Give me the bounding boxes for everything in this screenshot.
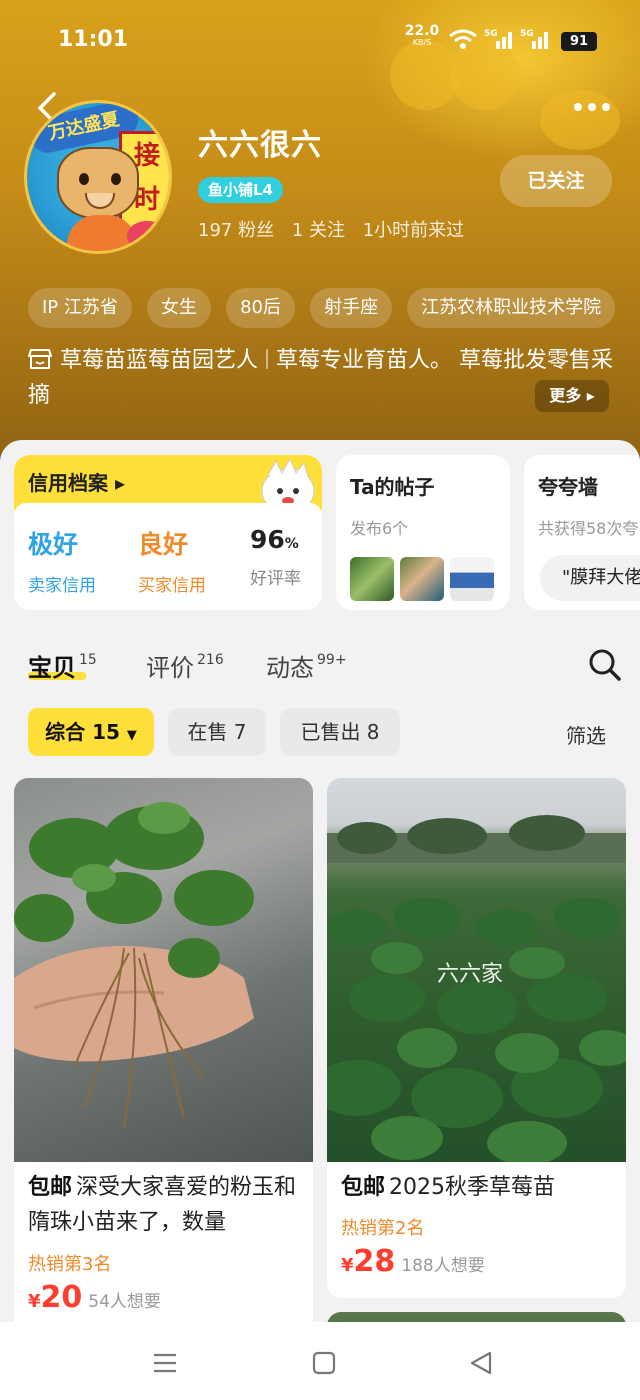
clock: 11:01 xyxy=(58,27,129,52)
praise-wall-card[interactable]: 夸夸墙 共获得58次夸 "膜拜大佬" xyxy=(524,455,640,610)
profile-bio: 草莓苗蓝莓苗园艺人 草莓专业育苗人。 草莓批发零售采摘 xyxy=(28,343,618,413)
filter-sold[interactable]: 已售出 8 xyxy=(280,708,400,756)
post-thumbnail[interactable] xyxy=(450,557,494,601)
tab-reviews[interactable]: 评价 216 xyxy=(146,648,224,683)
hot-rank-label: 热销第3名 xyxy=(28,1254,112,1275)
more-options-icon[interactable] xyxy=(570,92,614,122)
bio-occupation: 草莓苗蓝莓苗园艺人 xyxy=(60,348,259,373)
free-shipping-label: 包邮 xyxy=(28,1175,73,1200)
user-posts-card[interactable]: Ta的帖子 发布6个 xyxy=(336,455,510,610)
seller-credit: 极好 卖家信用 xyxy=(28,530,96,596)
caret-right-icon: ▸ xyxy=(586,386,595,405)
want-count: 54人想要 xyxy=(88,1292,161,1312)
caret-down-icon: ▼ xyxy=(126,728,137,743)
follow-button[interactable]: 已关注 xyxy=(500,155,612,207)
tag-age: 80后 xyxy=(226,288,295,328)
buyer-credit: 良好 买家信用 xyxy=(138,530,206,596)
last-seen: 1小时前来过 xyxy=(362,220,465,241)
status-bar: 11:01 22.0 KB/S 5G 5G 91 xyxy=(0,0,640,80)
tag-zodiac: 射手座 xyxy=(310,288,393,328)
praise-title: 夸夸墙 xyxy=(538,475,598,499)
hot-rank-label: 热销第2名 xyxy=(341,1218,425,1239)
user-nickname: 六六很六 xyxy=(198,128,322,163)
credit-profile-card[interactable]: 信用档案 ▸ 极好 卖家信用 良好 买家信用 96% 好评率 xyxy=(14,455,322,610)
posts-count: 发布6个 xyxy=(350,519,409,538)
cow-mascot-icon xyxy=(57,147,139,219)
caret-right-icon: ▸ xyxy=(114,471,126,495)
product-card[interactable]: 包邮 深受大家喜爱的粉玉和隋珠小苗来了，数量 热销第3名 ¥20 54人想要 xyxy=(14,778,313,1330)
tab-activity[interactable]: 动态 99+ xyxy=(266,648,347,683)
credit-title[interactable]: 信用档案 ▸ xyxy=(28,467,125,496)
battery-indicator: 91 xyxy=(561,32,597,51)
praise-message: "膜拜大佬" xyxy=(540,555,640,601)
shop-icon xyxy=(28,349,52,369)
tag-school[interactable]: 江苏农林职业技术学院 xyxy=(407,288,616,328)
product-image[interactable] xyxy=(14,778,313,1162)
product-price: ¥20 54人想要 xyxy=(28,1280,161,1315)
network-speed: 22.0 KB/S xyxy=(404,23,440,47)
svg-text:5G: 5G xyxy=(520,29,534,39)
menu-icon[interactable] xyxy=(150,1348,180,1378)
cell-signal-icon: 5G xyxy=(520,27,552,55)
profile-header: 11:01 22.0 KB/S 5G 5G 91 万达盛夏 接时 六六很六 鱼小… xyxy=(0,0,640,470)
product-image[interactable]: 六六家 xyxy=(327,778,626,1165)
avatar[interactable]: 万达盛夏 接时 xyxy=(24,100,172,254)
system-navigation-bar xyxy=(0,1322,640,1400)
bio-divider xyxy=(266,349,269,369)
product-price: ¥28 188人想要 xyxy=(341,1244,485,1279)
profile-tags: IP 江苏省 女生 80后 射手座 江苏农林职业技术学院 xyxy=(28,288,640,330)
home-square-icon[interactable] xyxy=(309,1348,339,1378)
free-shipping-label: 包邮 xyxy=(341,1175,386,1200)
product-title: 包邮 深受大家喜爱的粉玉和隋珠小苗来了，数量 xyxy=(28,1175,297,1235)
image-watermark: 六六家 xyxy=(437,962,504,987)
tag-gender: 女生 xyxy=(146,288,211,328)
filter-all[interactable]: 综合 15 ▼ xyxy=(28,708,154,756)
profile-content: 信用档案 ▸ 极好 卖家信用 良好 买家信用 96% 好评率 Ta的帖子 发布6… xyxy=(0,440,640,1330)
following-count[interactable]: 1 关注 xyxy=(292,220,345,241)
cell-signal-icon: 5G xyxy=(484,27,516,55)
tag-ip: IP 江苏省 xyxy=(28,288,132,328)
back-triangle-icon[interactable] xyxy=(466,1348,496,1378)
praise-count: 共获得58次夸 xyxy=(538,519,639,538)
fruit-icon xyxy=(127,221,167,251)
post-thumbnail[interactable] xyxy=(350,557,394,601)
more-bio-button[interactable]: 更多 ▸ xyxy=(535,380,609,412)
credit-card-body: 极好 卖家信用 良好 买家信用 96% 好评率 xyxy=(14,503,322,610)
filter-button[interactable]: 筛选 xyxy=(566,720,606,749)
want-count: 188人想要 xyxy=(401,1256,485,1276)
followers-count[interactable]: 197 粉丝 xyxy=(198,220,274,241)
filter-on-sale[interactable]: 在售 7 xyxy=(168,708,266,756)
user-stats: 197 粉丝 1 关注 1小时前来过 xyxy=(198,216,476,242)
wifi-icon xyxy=(449,29,477,49)
product-card[interactable]: 六六家 包邮 2025秋季草莓苗 热销第2名 ¥28 188人想要 xyxy=(327,778,626,1298)
svg-text:5G: 5G xyxy=(484,29,498,39)
post-thumbnail[interactable] xyxy=(400,557,444,601)
positive-rating: 96% 好评率 xyxy=(250,525,301,589)
posts-title: Ta的帖子 xyxy=(350,475,435,499)
shop-level-badge[interactable]: 鱼小铺L4 xyxy=(198,177,283,203)
tab-items[interactable]: 宝贝 15 xyxy=(28,648,97,683)
product-title: 包邮 2025秋季草莓苗 xyxy=(341,1175,556,1200)
strawberry-seedling-image xyxy=(14,802,254,1129)
search-icon[interactable] xyxy=(588,648,622,682)
